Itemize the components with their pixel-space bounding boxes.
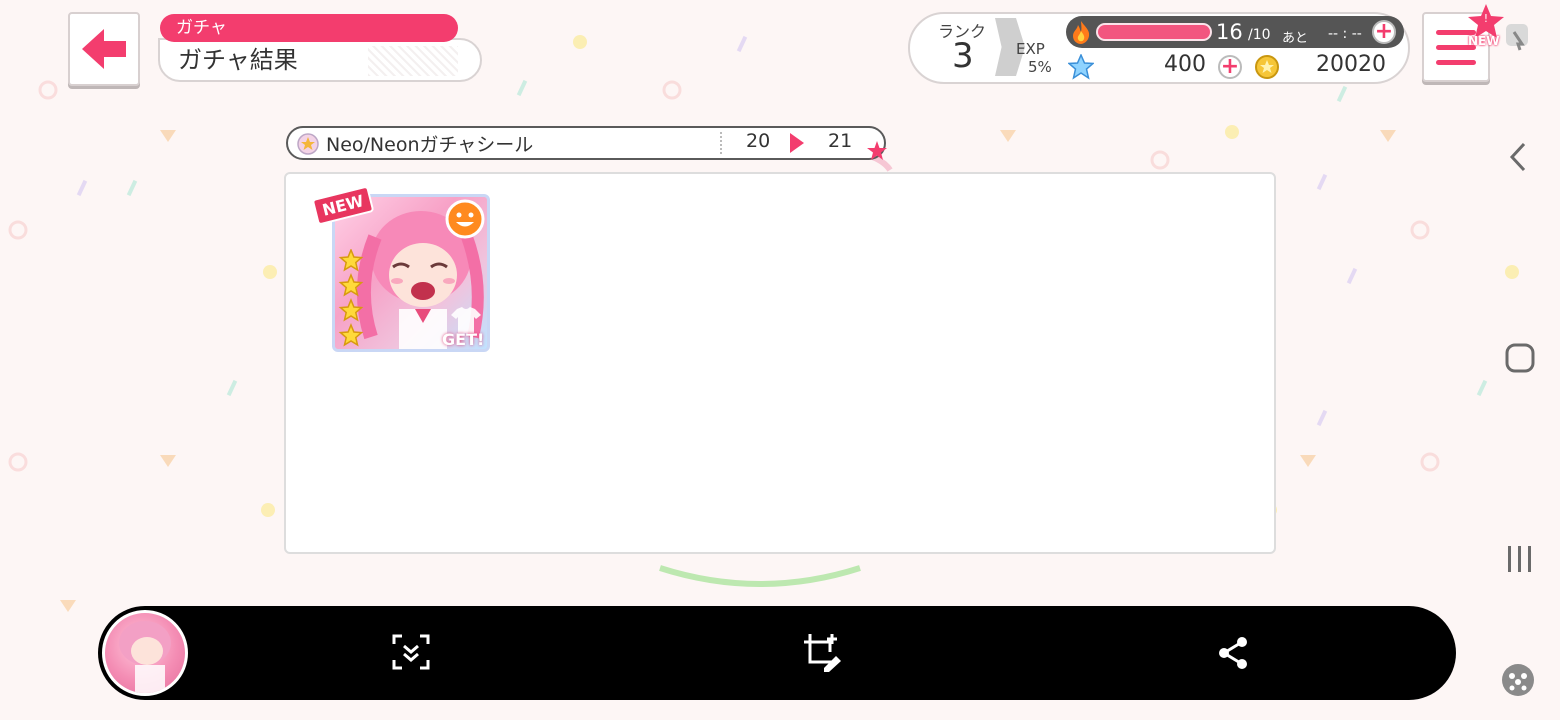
thumbnail-preview xyxy=(119,621,171,693)
arrow-right-icon xyxy=(790,133,804,153)
menu-new-badge: ! NEW xyxy=(1466,4,1506,54)
stamina-gauge-fill xyxy=(1098,25,1210,39)
stamina-recover-label: あと xyxy=(1282,31,1309,46)
rank-value: 3 xyxy=(952,36,974,76)
page-title: ガチャ結果 xyxy=(158,38,482,82)
sticker-count-before: 20 xyxy=(746,130,771,152)
category-tag: ガチャ xyxy=(160,14,458,42)
attribute-happy-icon xyxy=(445,199,485,239)
new-badge-label: NEW xyxy=(1468,34,1500,48)
recents-nav-icon[interactable] xyxy=(1506,544,1534,574)
exp-value: 5% xyxy=(1028,58,1052,76)
back-arrow-icon xyxy=(82,29,126,69)
crop-edit-icon[interactable] xyxy=(802,632,844,672)
stamina-value: 16 xyxy=(1216,20,1243,44)
coin-icon xyxy=(1255,55,1279,79)
rarity-star-icon xyxy=(338,298,364,322)
gesture-icon xyxy=(1506,24,1528,51)
back-nav-icon[interactable] xyxy=(1508,142,1530,172)
rarity-star-icon xyxy=(338,273,364,297)
result-card[interactable] xyxy=(332,194,490,352)
scroll-capture-icon[interactable] xyxy=(392,634,430,670)
rarity-star-icon xyxy=(338,249,364,272)
back-button[interactable] xyxy=(68,12,140,86)
star-gem-icon xyxy=(1068,54,1094,80)
screenshot-thumbnail[interactable] xyxy=(102,610,188,696)
menu-icon-line xyxy=(1436,60,1476,65)
add-stamina-button[interactable]: + xyxy=(1372,20,1396,44)
stamina-timer: -- : -- xyxy=(1328,26,1362,42)
star-decoration-icon xyxy=(867,141,887,160)
get-label: GET! xyxy=(442,330,485,349)
plus-icon: + xyxy=(1374,19,1394,44)
star-value: 400 xyxy=(1164,52,1206,77)
screenshot-toolbar xyxy=(98,606,1456,700)
rarity-star-icon xyxy=(338,323,364,347)
sticker-icon xyxy=(297,133,319,155)
home-nav-icon[interactable] xyxy=(1504,342,1536,374)
add-star-button[interactable]: + xyxy=(1218,55,1242,79)
sticker-count-after: 21 xyxy=(828,130,853,152)
exp-label: EXP xyxy=(1016,40,1045,58)
divider xyxy=(720,132,722,154)
flame-icon xyxy=(1073,21,1090,44)
stamina-max: /10 xyxy=(1248,27,1271,43)
svg-text:!: ! xyxy=(1484,12,1488,25)
game-tools-icon[interactable] xyxy=(1500,662,1536,698)
share-icon[interactable] xyxy=(1216,636,1250,670)
rarity-stars xyxy=(338,249,364,347)
coin-value: 20020 xyxy=(1316,52,1386,77)
sticker-name: Neo/Neonガチャシール xyxy=(326,134,534,156)
plus-icon: + xyxy=(1220,54,1240,79)
